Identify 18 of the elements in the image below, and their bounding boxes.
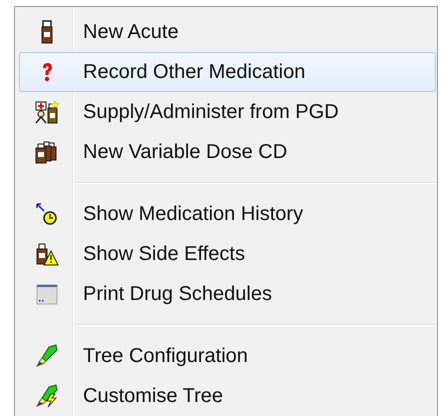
bottle-and-warning-icon [36, 244, 59, 266]
menu-item[interactable]: Show Medication History [19, 194, 436, 234]
window-icon [36, 284, 58, 304]
arrow-and-clock-icon [36, 203, 57, 225]
menu-item[interactable]: Show Side Effects [19, 234, 436, 274]
pen-icon [36, 344, 58, 367]
menu-item[interactable]: Customise Tree [19, 376, 436, 416]
pen-and-lightning-icon [36, 384, 58, 408]
question-mark-icon [43, 63, 52, 82]
bottles-icon [36, 142, 56, 164]
menu-item[interactable]: Record Other Medication [19, 52, 436, 92]
menu-item[interactable]: Print Drug Schedules [19, 274, 436, 314]
nurse-and-bottle-icon [35, 100, 59, 124]
menu-item[interactable]: New Variable Dose CD [19, 132, 436, 172]
menu-item[interactable]: Supply/Administer from PGD [19, 92, 436, 132]
menu-item[interactable]: New Acute [19, 12, 436, 52]
bottle-icon [42, 20, 52, 44]
menu-item[interactable]: Tree Configuration [19, 336, 436, 376]
